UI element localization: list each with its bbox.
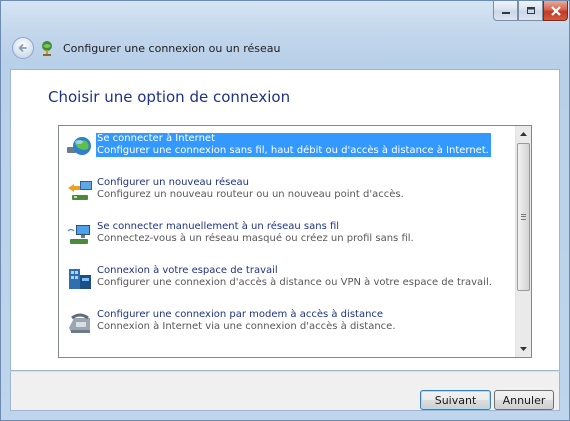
option-connect-internet[interactable]: Se connecter à Internet Configurer une c… [61,132,516,162]
close-icon [550,5,561,16]
vertical-scrollbar[interactable] [515,126,531,357]
minimize-icon [501,11,510,14]
next-button[interactable]: Suivant [420,390,491,410]
window-title: Configurer une connexion ou un réseau [63,42,281,55]
maximize-button[interactable] [518,1,543,21]
content-area: Choisir une option de connexion Se conne… [10,69,560,371]
wizard-window: Configurer une connexion ou un réseau Ch… [0,0,570,421]
dialup-modem-icon [69,313,90,333]
option-description: Configurez un nouveau routeur ou un nouv… [97,189,404,200]
connection-options-list[interactable]: Se connecter à Internet Configurer une c… [58,125,532,358]
option-text: Connexion à votre espace de travail Conf… [96,265,494,289]
option-title: Connexion à votre espace de travail [97,265,278,276]
close-button[interactable] [543,1,568,21]
scroll-down-button[interactable] [516,341,531,357]
network-wizard-icon [42,41,52,56]
option-text: Se connecter manuellement à un réseau sa… [96,221,416,245]
wireless-computer-icon [67,225,90,244]
option-text: Se connecter à Internet Configurer une c… [96,133,491,157]
option-dialup[interactable]: Configurer une connexion par modem à acc… [61,308,516,338]
workplace-building-icon [69,269,91,289]
minimize-button[interactable] [493,1,518,21]
button-bar: Suivant Annuler [10,371,560,411]
option-text: Configurer un nouveau réseau Configurez … [96,177,406,201]
option-title: Configurer une connexion par modem à acc… [97,309,384,320]
scroll-up-button[interactable] [516,126,531,142]
option-workplace[interactable]: Connexion à votre espace de travail Conf… [61,264,516,294]
scroll-down-icon [520,347,527,351]
option-description: Connectez-vous à un réseau masqué ou cré… [97,233,414,244]
back-button[interactable] [12,37,34,59]
option-title: Configurer un nouveau réseau [97,177,249,188]
maximize-icon [526,6,535,14]
scroll-thumb[interactable] [517,143,530,291]
option-description: Configurer une connexion sans fil, haut … [97,145,489,156]
option-new-network[interactable]: Configurer un nouveau réseau Configurez … [61,176,516,206]
option-title: Se connecter manuellement à un réseau sa… [97,221,340,232]
option-description: Configurer une connexion d'accès à dista… [97,277,492,288]
option-manual-wireless[interactable]: Se connecter manuellement à un réseau sa… [61,220,516,250]
new-network-icon [68,181,92,200]
option-description: Connexion à Internet via une connexion d… [97,321,396,332]
page-heading: Choisir une option de connexion [48,88,291,106]
title-bar[interactable]: Configurer une connexion ou un réseau [1,1,569,69]
scroll-grip-icon [521,214,526,220]
globe-connect-icon [67,137,91,155]
option-text: Configurer une connexion par modem à acc… [96,309,398,333]
back-arrow-icon [18,44,27,52]
option-title: Se connecter à Internet [97,133,215,144]
scroll-up-icon [520,132,527,136]
cancel-button[interactable]: Annuler [494,390,554,410]
